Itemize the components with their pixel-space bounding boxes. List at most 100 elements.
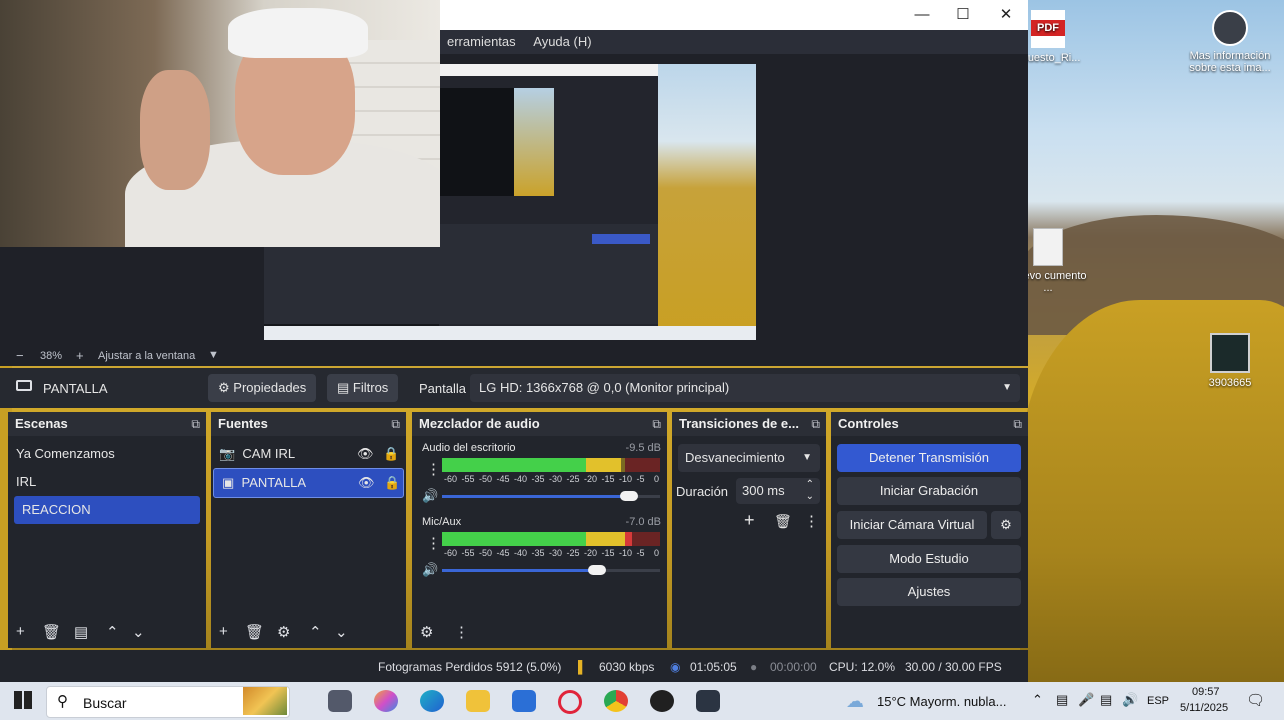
source-item[interactable]: 📷 CAM IRL 👁 🔒 — [211, 440, 406, 468]
mixer-channels: Audio del escritorio -9.5 dB ⋮ -60 -55 -50 -45… — [412, 436, 667, 586]
undock-icon[interactable]: ⧉ — [1013, 412, 1022, 436]
menu-help[interactable]: Ayuda (H) — [526, 30, 598, 54]
stepper-down-icon[interactable]: ⌄ — [806, 484, 814, 510]
notifications-icon[interactable]: 🗨 — [1246, 691, 1265, 709]
meter-level — [442, 458, 621, 472]
scene-item[interactable]: Ya Comenzamos — [8, 440, 206, 468]
meter-scale-label: -10 — [619, 548, 633, 558]
speaker-icon[interactable]: 🔊 — [1122, 692, 1138, 708]
advanced-audio-gear-icon[interactable]: ⚙ — [420, 623, 433, 641]
volume-slider-fill — [442, 569, 597, 572]
add-icon[interactable]: + — [16, 623, 25, 640]
stop-stream-button[interactable]: Detener Transmisión — [837, 444, 1021, 472]
clock-date[interactable]: 5/11/2025 — [1180, 702, 1228, 714]
start-virtual-camera-button[interactable]: Iniciar Cámara Virtual — [837, 511, 987, 539]
language-indicator[interactable]: ESP — [1147, 695, 1169, 707]
virtual-camera-settings-button[interactable]: ⚙ — [991, 511, 1021, 539]
chevron-up-icon[interactable]: ⌃ — [106, 623, 119, 641]
copilot-icon[interactable] — [374, 690, 398, 712]
opera-icon[interactable] — [558, 690, 582, 714]
edge-icon[interactable] — [420, 690, 444, 712]
filters-button[interactable]: ▤ Filtros — [327, 374, 399, 402]
desktop-icon-info[interactable]: Mas información sobre esta ima... — [1187, 10, 1273, 74]
speaker-icon[interactable]: 🔊 — [422, 562, 438, 578]
taskbar: ⚲ Buscar ☁ 15°C Mayorm. nubla... ⌃ ▤ 🎤 ▤… — [0, 682, 1284, 720]
eye-icon[interactable]: 👁 — [357, 440, 374, 468]
transition-select[interactable]: Desvanecimiento ▼ — [678, 444, 820, 472]
scene-item-selected[interactable]: REACCION — [14, 496, 200, 524]
obs-studio-icon[interactable] — [650, 690, 674, 712]
zoom-out-button[interactable]: − — [16, 348, 24, 363]
meter-scale-label: -5 — [636, 474, 645, 484]
volume-slider[interactable] — [442, 491, 660, 501]
volume-slider[interactable] — [442, 565, 660, 575]
chevron-up-icon[interactable]: ⌃ — [309, 623, 322, 641]
volume-slider-handle[interactable] — [620, 491, 638, 501]
close-button[interactable]: ✕ — [986, 4, 1026, 26]
duration-stepper[interactable]: 300 ms ⌃ ⌄ — [736, 478, 820, 504]
search-icon: ⚲ — [57, 693, 68, 710]
chevron-down-icon[interactable]: ⌄ — [335, 623, 348, 641]
document-icon — [1033, 228, 1063, 266]
maximize-button[interactable]: ☐ — [943, 4, 983, 26]
lock-icon[interactable]: 🔒 — [384, 469, 400, 497]
zoom-in-button[interactable]: + — [76, 348, 84, 363]
screen-select-value: LG HD: 1366x768 @ 0,0 (Monitor principal… — [479, 380, 730, 395]
nested-desktop — [658, 64, 756, 340]
scene-item[interactable]: IRL — [8, 468, 206, 496]
more-options-icon[interactable]: ⋮ — [454, 623, 469, 641]
fps: 30.00 / 30.00 FPS — [905, 660, 1002, 674]
taskbar-search[interactable]: ⚲ Buscar — [46, 686, 290, 718]
microphone-icon[interactable]: 🎤 — [1078, 692, 1094, 708]
obs-window-icon[interactable] — [696, 690, 720, 712]
desktop-icon-3903665[interactable]: 3903665 — [1187, 333, 1273, 389]
meter-scale-label: -55 — [461, 474, 475, 484]
undock-icon[interactable]: ⧉ — [811, 412, 820, 436]
chrome-icon[interactable] — [604, 690, 628, 712]
trash-icon[interactable]: 🗑 — [245, 623, 264, 641]
lock-icon[interactable]: 🔒 — [383, 440, 399, 468]
meter-scale-label: -15 — [601, 548, 615, 558]
properties-button[interactable]: ⚙ Propiedades — [208, 374, 317, 402]
more-options-icon[interactable]: ⋮ — [426, 460, 441, 478]
more-options-icon[interactable]: ⋮ — [804, 512, 819, 530]
eye-icon[interactable]: 👁 — [358, 469, 375, 497]
meter-scale-label: -50 — [479, 548, 493, 558]
outlook-icon[interactable] — [512, 690, 536, 712]
undock-icon[interactable]: ⧉ — [391, 412, 400, 436]
file-explorer-icon[interactable] — [466, 690, 490, 712]
filter-icon[interactable]: ▤ — [74, 623, 88, 641]
studio-mode-button[interactable]: Modo Estudio — [837, 545, 1021, 573]
tray-icon[interactable]: ▤ — [1056, 692, 1068, 708]
start-recording-button[interactable]: Iniciar Grabación — [837, 477, 1021, 505]
minimize-button[interactable]: — — [902, 4, 942, 26]
task-view-icon[interactable] — [328, 690, 352, 712]
fit-to-window-label[interactable]: Ajustar a la ventana — [98, 350, 195, 362]
trash-icon[interactable]: 🗑 — [42, 623, 61, 641]
add-icon[interactable]: + — [219, 623, 228, 640]
channel-db: -7.0 dB — [625, 516, 661, 528]
speaker-icon[interactable]: 🔊 — [422, 488, 438, 504]
chevron-down-icon[interactable]: ⌄ — [132, 623, 145, 641]
nested-button — [592, 234, 650, 244]
volume-slider-handle[interactable] — [588, 565, 606, 575]
weather-text[interactable]: 15°C Mayorm. nubla... — [877, 694, 1006, 709]
network-icon[interactable]: ▤ — [1100, 692, 1112, 708]
meter-scale-label: -30 — [549, 548, 563, 558]
trash-icon[interactable]: 🗑 — [774, 513, 792, 530]
source-item-selected[interactable]: ▣ PANTALLA 👁 🔒 — [213, 468, 404, 498]
undock-icon[interactable]: ⧉ — [191, 412, 200, 436]
camera-icon: 📷 — [219, 446, 236, 461]
windows-start-icon[interactable] — [14, 691, 32, 709]
screen-select[interactable]: LG HD: 1366x768 @ 0,0 (Monitor principal… — [470, 374, 1020, 402]
add-icon[interactable]: + — [744, 510, 755, 531]
settings-button[interactable]: Ajustes — [837, 578, 1021, 606]
nested-titlebar — [439, 64, 659, 76]
menu-tools[interactable]: erramientas — [440, 30, 523, 54]
undock-icon[interactable]: ⧉ — [652, 412, 661, 436]
gear-icon[interactable]: ⚙ — [277, 623, 290, 641]
chevron-down-icon[interactable]: ▼ — [208, 349, 219, 361]
chevron-up-icon[interactable]: ⌃ — [1032, 692, 1043, 708]
clock-time[interactable]: 09:57 — [1192, 686, 1220, 698]
more-options-icon[interactable]: ⋮ — [426, 534, 441, 552]
